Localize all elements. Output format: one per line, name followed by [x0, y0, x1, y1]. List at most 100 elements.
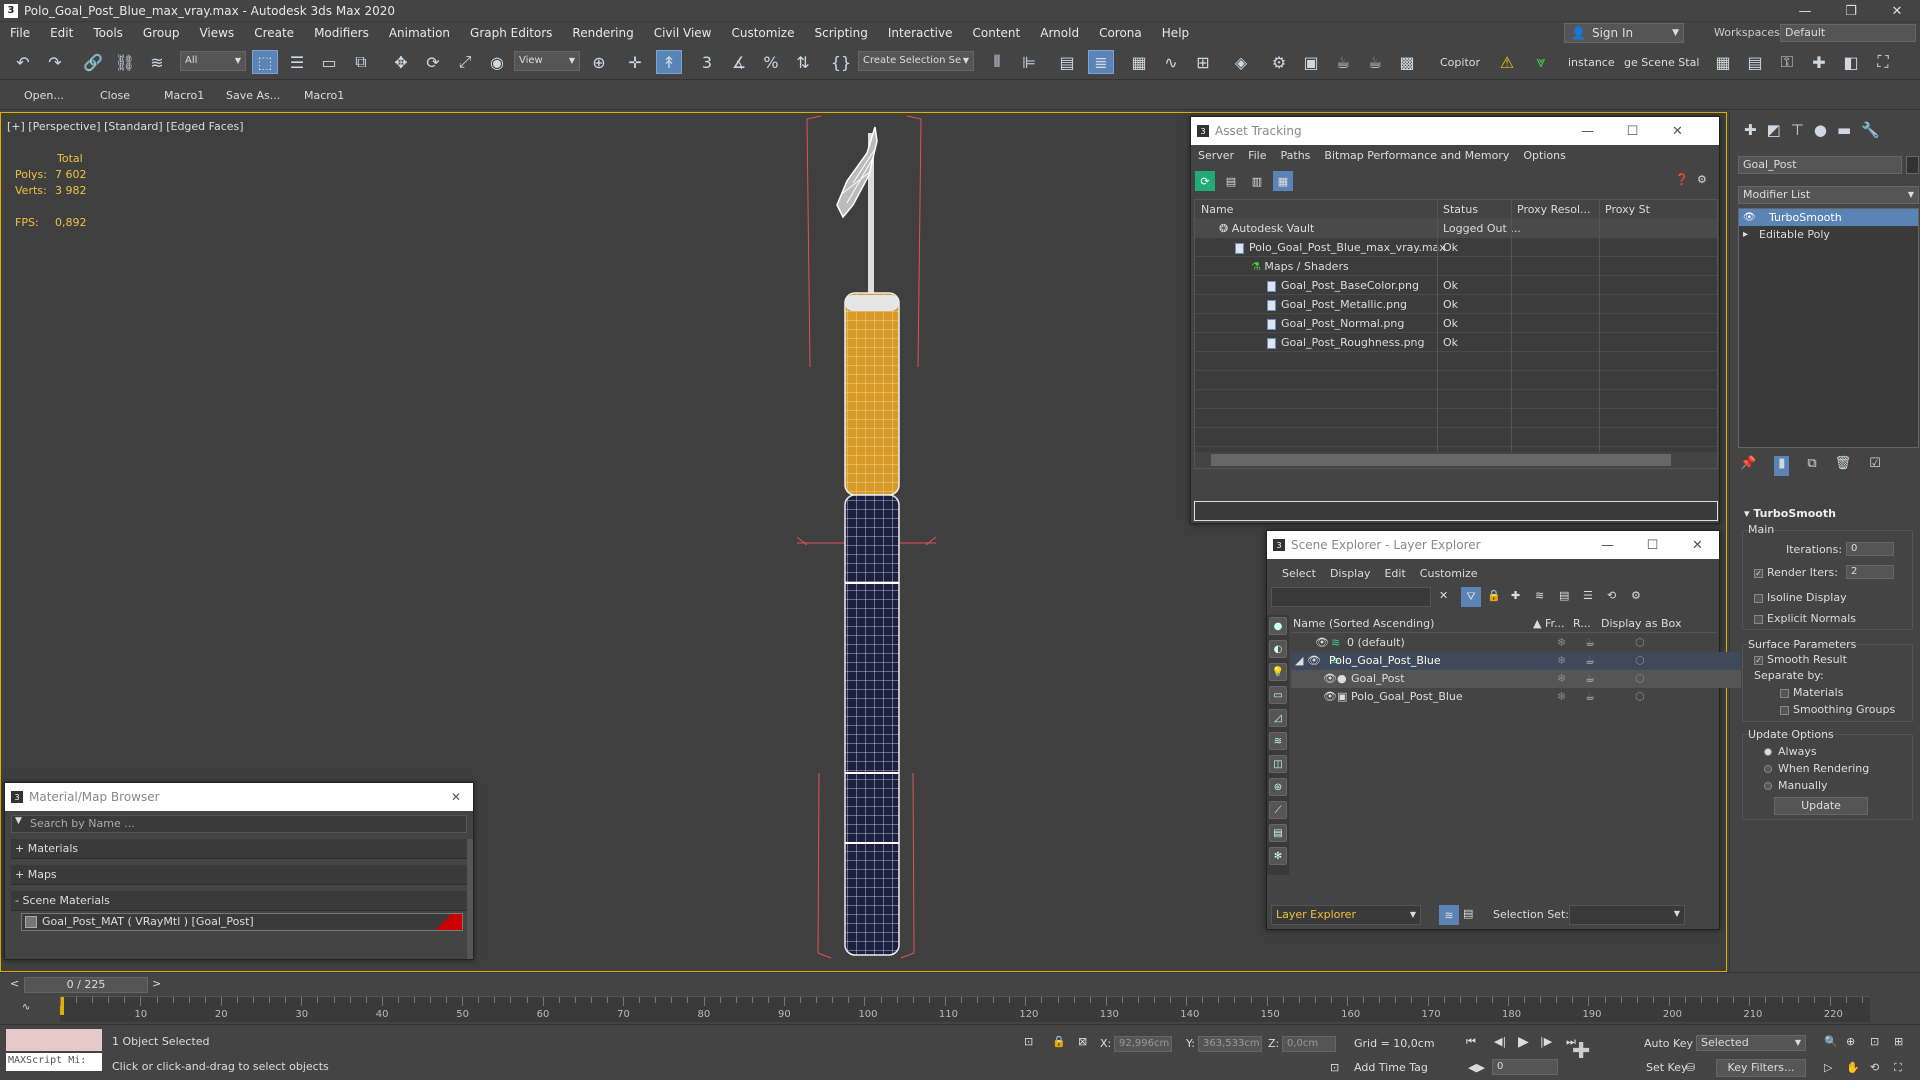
mirror-icon[interactable]: ⫴ — [984, 50, 1010, 74]
sign-in-button[interactable]: 👤 Sign In ▼ — [1564, 23, 1684, 43]
smooth-result-row[interactable]: ✓ Smooth Result — [1754, 653, 1847, 666]
display-lights-icon[interactable]: 💡 — [1269, 663, 1287, 681]
layers-icon[interactable]: ☰ — [1583, 589, 1593, 602]
stack-item-editable-poly[interactable]: ▸ Editable Poly — [1739, 226, 1918, 243]
menu-views[interactable]: Views — [189, 26, 244, 40]
render-icon[interactable]: ☕ — [1585, 688, 1595, 706]
material-editor-icon[interactable]: ◈ — [1228, 50, 1254, 74]
object-row[interactable]: 👁 ● Goal_Post ❄ ☕ ⬡ — [1291, 670, 1741, 688]
menu-corona[interactable]: Corona — [1089, 26, 1152, 40]
zoom-extents-icon[interactable]: ⊡ — [1870, 1035, 1879, 1048]
undo-icon[interactable]: ↶ — [10, 50, 36, 74]
maxscript-listener-pink[interactable] — [6, 1029, 102, 1051]
close-icon[interactable]: ✕ — [451, 790, 461, 804]
display-tab-icon[interactable]: ▬ — [1837, 121, 1851, 139]
render-iters-checkbox[interactable]: ✓ — [1754, 568, 1763, 578]
key-filters-button[interactable]: Key Filters... — [1716, 1059, 1806, 1077]
detail-view-icon[interactable]: ▥ — [1247, 171, 1267, 191]
display-helpers-icon[interactable]: ◿ — [1269, 709, 1287, 727]
isoline-row[interactable]: Isoline Display — [1754, 591, 1847, 604]
maximize-toggle-icon[interactable]: ⛶ — [1894, 1061, 1902, 1075]
show-end-result-icon[interactable]: ▮ — [1774, 456, 1790, 476]
render-iters-spinner[interactable]: 2 — [1846, 565, 1894, 579]
link-icon[interactable]: 🔗 — [80, 50, 106, 74]
configure-modifier-sets-icon[interactable]: ☑ — [1869, 456, 1881, 476]
hierarchy-icon[interactable]: ⟲ — [1607, 589, 1616, 602]
eye-icon[interactable]: 👁 — [1323, 688, 1337, 706]
new-layer-icon[interactable]: ✚ — [1511, 589, 1520, 602]
set-key-big-icon[interactable]: ✚ — [1572, 1039, 1590, 1064]
prev-key-icon[interactable]: ◀| — [1494, 1035, 1506, 1048]
freeze-icon[interactable]: ❄ — [1557, 634, 1566, 652]
column-divider[interactable] — [1599, 200, 1600, 468]
col-status[interactable]: Status — [1443, 200, 1478, 219]
display-groups-icon[interactable]: ◫ — [1269, 755, 1287, 773]
render-icon[interactable]: ☕ — [1585, 634, 1595, 652]
move-icon[interactable]: ✥ — [388, 50, 414, 74]
viewport-layout-icon[interactable]: ◧ — [1838, 50, 1864, 74]
horizontal-scrollbar[interactable] — [1195, 452, 1717, 468]
when-rendering-radio[interactable] — [1764, 765, 1772, 773]
menu-help[interactable]: Help — [1152, 26, 1199, 40]
rollout-header[interactable]: ▾ TurboSmooth — [1734, 506, 1917, 522]
play-icon[interactable]: ▶ — [1518, 1034, 1529, 1050]
grid-layout-icon[interactable]: ▦ — [1710, 50, 1736, 74]
display-spacewarps-icon[interactable]: ≋ — [1269, 732, 1287, 750]
expand-triangle-icon[interactable]: ▸ — [1743, 226, 1748, 243]
render-production-icon[interactable]: ☕ — [1330, 50, 1356, 74]
maxscript-mini-listener[interactable]: MAXScript Mi: — [6, 1053, 102, 1071]
mb-scrollbar[interactable] — [467, 839, 473, 959]
at-menu-file[interactable]: File — [1241, 149, 1273, 162]
toggle-ribbon-icon[interactable]: ▦ — [1126, 50, 1152, 74]
minimize-icon[interactable]: — — [1585, 531, 1630, 559]
auto-key-button[interactable]: Auto Key — [1644, 1037, 1693, 1050]
se-menu-select[interactable]: Select — [1275, 567, 1323, 580]
display-geometry-icon[interactable]: ◐ — [1269, 640, 1287, 658]
smoothing-groups-row[interactable]: Smoothing Groups — [1780, 703, 1895, 716]
update-button[interactable]: Update — [1774, 797, 1868, 815]
unlink-icon[interactable]: ⛓ — [112, 50, 138, 74]
table-row[interactable]: Goal_Post_Roughness.png Ok — [1195, 333, 1717, 352]
layers-mode-icon[interactable]: ≋ — [1439, 905, 1459, 925]
rendered-frame-window-icon[interactable]: ▣ — [1298, 50, 1324, 74]
key-set-dropdown[interactable]: Selected ▼ — [1696, 1035, 1806, 1051]
angle-snap-icon[interactable]: ∡ — [726, 50, 752, 74]
selection-set-dropdown[interactable]: ▼ — [1569, 905, 1685, 925]
spinner-snap-icon[interactable]: ⇅ — [790, 50, 816, 74]
freeze-icon[interactable]: ❄ — [1557, 688, 1566, 706]
snaps-toggle-icon[interactable]: 3 — [694, 50, 720, 74]
isolate-icon[interactable]: ⊡ — [1024, 1035, 1033, 1048]
table-row[interactable]: Goal_Post_Metallic.png Ok — [1195, 295, 1717, 314]
at-menu-options[interactable]: Options — [1516, 149, 1572, 162]
iterations-spinner[interactable]: 0 — [1846, 542, 1894, 556]
display-cameras-icon[interactable]: ▭ — [1269, 686, 1287, 704]
menu-create[interactable]: Create — [244, 26, 304, 40]
se-menu-edit[interactable]: Edit — [1377, 567, 1412, 580]
zoom-icon[interactable]: 🔍 — [1824, 1035, 1838, 1048]
scene-explorer-titlebar[interactable]: 3 Scene Explorer - Layer Explorer — ☐ ✕ — [1267, 531, 1719, 559]
create-tab-icon[interactable]: ✚ — [1744, 121, 1757, 139]
eye-icon[interactable]: 👁 — [1315, 634, 1329, 652]
add-to-layer-icon[interactable]: ≋ — [1535, 589, 1544, 602]
render-icon[interactable]: ☕ — [1585, 670, 1595, 688]
render-iterative-icon[interactable]: ☕ — [1362, 50, 1388, 74]
minimize-icon[interactable]: — — [1782, 0, 1828, 22]
always-radio[interactable] — [1764, 748, 1772, 756]
layer-row[interactable]: 👁 ≋ 0 (default) ❄ ☕ ⬡ — [1291, 634, 1741, 652]
menu-modifiers[interactable]: Modifiers — [304, 26, 379, 40]
section-materials[interactable]: + Materials — [11, 839, 467, 859]
table-view-icon[interactable]: ▦ — [1273, 171, 1293, 191]
schematic-view-icon[interactable]: ⊞ — [1190, 50, 1216, 74]
workspaces-dropdown[interactable]: Default — [1780, 24, 1916, 42]
display-all-icon[interactable]: ✻ — [1269, 847, 1287, 865]
close-icon[interactable]: ✕ — [1874, 0, 1920, 22]
menu-animation[interactable]: Animation — [379, 26, 460, 40]
se-menu-customize[interactable]: Customize — [1413, 567, 1485, 580]
col-proxy-status[interactable]: Proxy St — [1605, 200, 1655, 219]
clear-search-icon[interactable]: ✕ — [1439, 589, 1448, 602]
display-none-icon[interactable]: ● — [1269, 617, 1287, 635]
render-icon[interactable]: ☕ — [1585, 652, 1595, 670]
explicit-normals-row[interactable]: Explicit Normals — [1754, 612, 1856, 625]
absolute-mode-icon[interactable]: ⊠ — [1078, 1035, 1087, 1048]
go-to-start-icon[interactable]: ⏮ — [1466, 1035, 1476, 1049]
